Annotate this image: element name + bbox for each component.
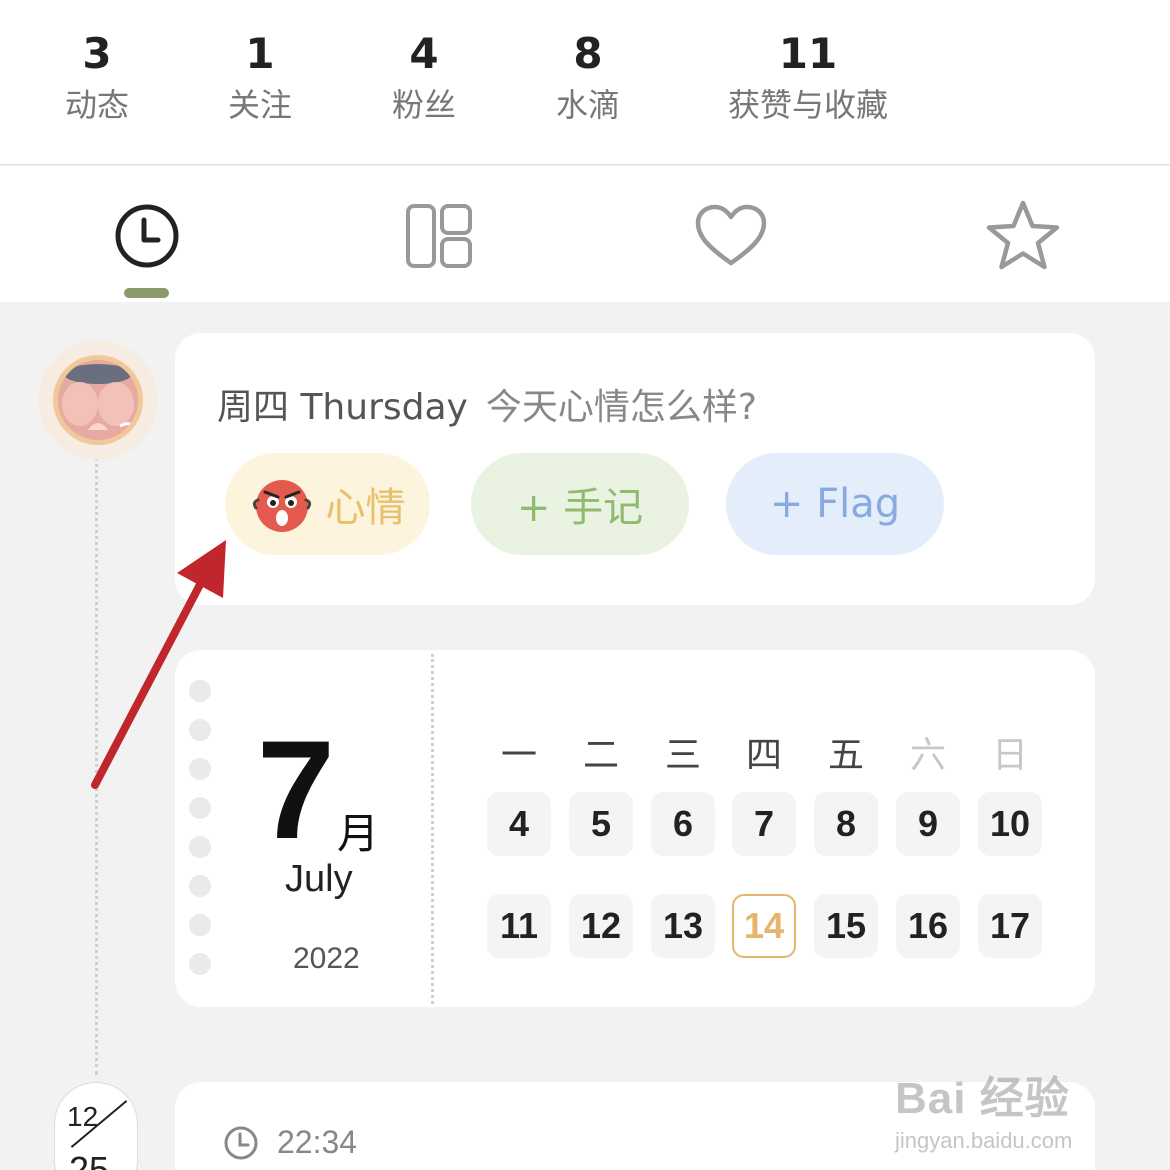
stat-label: 动态 [64,86,129,124]
watermark-logo-text: Bai 经验 [895,1074,1070,1123]
tab-grid[interactable] [394,196,484,276]
stat-value: 1 [245,29,275,78]
profile-stats-bar: 3 动态 1 关注 4 粉丝 8 水滴 11 获赞与收藏 [0,0,1170,165]
weekday-tue: 二 [582,735,619,776]
weekday-fri: 五 [827,735,864,776]
add-flag-label: + Flag [769,481,901,527]
binder-ring [189,953,211,975]
stat-value: 8 [573,29,603,78]
tab-likes[interactable] [686,196,776,276]
tab-favorites[interactable] [978,196,1068,276]
add-note-label: + 手记 [516,485,644,531]
binder-ring [189,797,211,819]
entry-time-text: 22:34 [277,1124,358,1160]
active-tab-indicator [124,288,169,298]
stat-value: 11 [778,29,838,78]
avatar[interactable] [53,355,143,445]
entry-date-badge: 12 25 [54,1082,138,1170]
mood-button[interactable]: 心情 [225,453,430,555]
binder-ring [189,758,211,780]
watermark-url: jingyan.baidu.com [895,1128,1073,1153]
month-english: July [285,858,353,900]
entry-time: 22:34 [223,1124,357,1161]
day-label: 周四 Thursday [217,387,468,428]
watermark: Bai 经验 jingyan.baidu.com [895,1062,1110,1154]
mood-title: 周四 Thursday 今天心情怎么样? [217,378,757,430]
binder-ring [189,719,211,741]
calendar-day[interactable]: 4 [487,792,551,856]
calendar-day[interactable]: 15 [814,894,878,958]
stat-likes-favorites[interactable]: 11 获赞与收藏 [703,28,913,130]
calendar-day[interactable]: 11 [487,894,551,958]
calendar-day[interactable]: 7 [732,792,796,856]
binder-ring [189,914,211,936]
calendar-day-today[interactable]: 14 [732,894,796,958]
stat-value: 3 [82,29,112,78]
binder-ring [189,836,211,858]
clock-icon [115,204,179,268]
weekday-wed: 三 [664,735,701,776]
binder-ring [189,680,211,702]
stat-value: 4 [409,29,439,78]
mood-prompt: 今天心情怎么样? [485,387,757,428]
stat-posts[interactable]: 3 动态 [52,28,142,130]
stat-label: 水滴 [555,86,620,124]
stat-followers[interactable]: 4 粉丝 [379,28,469,130]
weekday-thu: 四 [745,735,782,776]
calendar-day[interactable]: 13 [651,894,715,958]
add-flag-button[interactable]: + Flag [726,453,944,555]
calendar-day[interactable]: 12 [569,894,633,958]
angry-face-icon [252,480,311,532]
add-note-button[interactable]: + 手记 [471,453,689,555]
calendar-day[interactable]: 16 [896,894,960,958]
calendar-day[interactable]: 8 [814,792,878,856]
calendar-divider [431,654,434,1004]
heart-icon [695,204,767,266]
calendar-card: 7 月 July 2022 一 二 三 四 五 六 日 4 5 6 7 8 9 … [175,650,1095,1007]
stat-following[interactable]: 1 关注 [215,28,305,130]
star-icon [986,200,1060,270]
weekday-mon: 一 [500,735,537,776]
stat-label: 粉丝 [391,86,456,124]
month-number: 7 [257,711,335,868]
mood-button-label: 心情 [325,485,406,531]
timeline-line [95,445,98,1075]
weekday-sat: 六 [909,735,946,776]
grid-icon [406,204,472,268]
stat-label: 获赞与收藏 [727,86,888,124]
entry-date-day: 25 [69,1149,110,1170]
calendar-day[interactable]: 9 [896,792,960,856]
clock-icon [224,1126,258,1159]
calendar-day[interactable]: 6 [651,792,715,856]
weekday-sun: 日 [991,735,1028,776]
binder-ring [189,875,211,897]
stat-drops[interactable]: 8 水滴 [543,28,633,130]
mood-card: 周四 Thursday 今天心情怎么样? 心情 + 手记 + Flag [175,333,1095,605]
year: 2022 [293,942,360,975]
month-char: 月 [337,809,380,858]
calendar-day[interactable]: 10 [978,792,1042,856]
profile-tabs [0,166,1170,302]
tab-timeline[interactable] [102,196,192,276]
avatar-image [58,360,138,440]
calendar-day[interactable]: 5 [569,792,633,856]
calendar-day[interactable]: 17 [978,894,1042,958]
stat-label: 关注 [227,86,292,124]
